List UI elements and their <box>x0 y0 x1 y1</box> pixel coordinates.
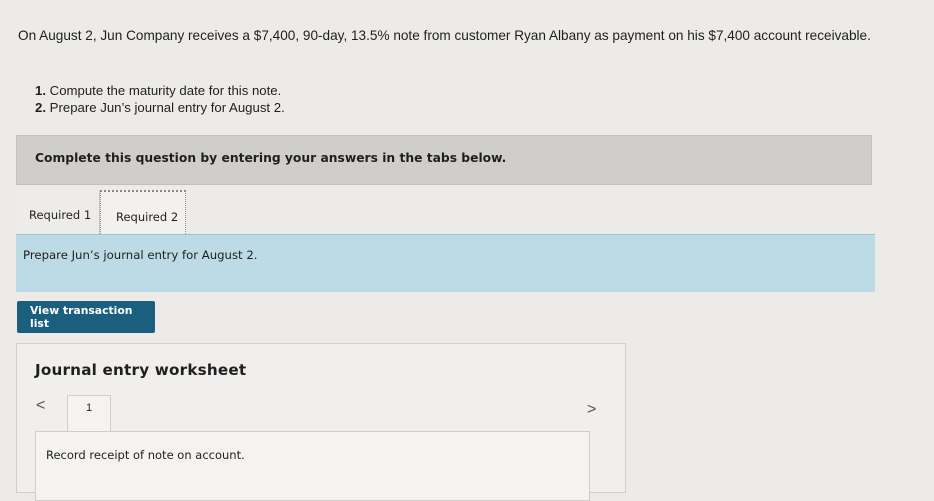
tab-required-2[interactable]: Required 2 <box>100 190 186 234</box>
task-item: 2. Prepare Jun’s journal entry for Augus… <box>35 100 285 115</box>
worksheet-page-tab[interactable]: 1 <box>67 395 111 431</box>
problem-statement: On August 2, Jun Company receives a $7,4… <box>18 28 871 43</box>
journal-entry-worksheet: Journal entry worksheet < 1 > Record rec… <box>16 343 626 501</box>
view-transaction-list-button[interactable]: View transaction list <box>17 301 155 333</box>
divider <box>111 431 590 432</box>
entry-description: Record receipt of note on account. <box>35 431 590 501</box>
worksheet-title: Journal entry worksheet <box>35 361 247 379</box>
tab-required-1[interactable]: Required 1 <box>16 190 100 234</box>
chevron-right-icon[interactable]: > <box>587 401 596 419</box>
chevron-left-icon[interactable]: < <box>36 397 45 415</box>
instructions-banner: Complete this question by entering your … <box>16 135 872 185</box>
task-list: 1. Compute the maturity date for this no… <box>35 82 285 116</box>
tab-instruction: Prepare Jun’s journal entry for August 2… <box>16 234 875 292</box>
task-item: 1. Compute the maturity date for this no… <box>35 83 282 98</box>
